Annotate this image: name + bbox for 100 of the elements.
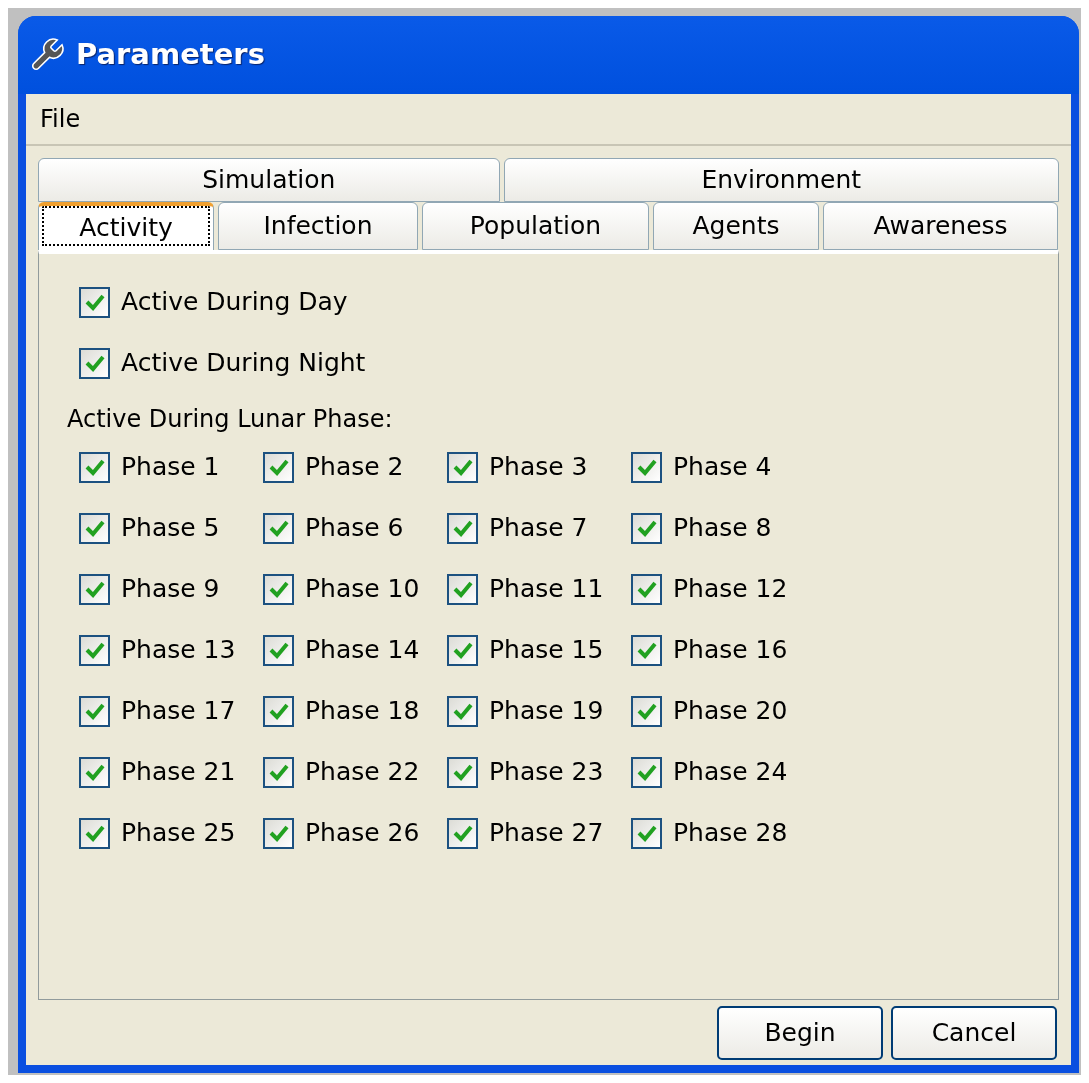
checkbox-option[interactable]: Phase 13 bbox=[79, 630, 263, 670]
checkbox-option[interactable]: Phase 24 bbox=[631, 752, 815, 792]
checkbox-option[interactable]: Phase 19 bbox=[447, 691, 631, 731]
checkbox-option[interactable]: Phase 16 bbox=[631, 630, 815, 670]
checkbox[interactable] bbox=[447, 573, 478, 605]
checkbox[interactable] bbox=[79, 634, 110, 666]
checkbox-option[interactable]: Phase 1 bbox=[79, 447, 263, 487]
checkmark-icon bbox=[84, 641, 105, 659]
checkbox[interactable] bbox=[631, 817, 662, 849]
checkbox[interactable] bbox=[79, 286, 110, 318]
section-heading: Active During Lunar Phase: bbox=[67, 404, 394, 435]
tab[interactable]: Environment bbox=[503, 158, 1059, 202]
window-title: Parameters bbox=[76, 36, 265, 74]
checkbox-label: Phase 24 bbox=[673, 756, 788, 789]
checkbox-option[interactable]: Phase 23 bbox=[447, 752, 631, 792]
checkbox[interactable] bbox=[263, 512, 294, 544]
checkbox[interactable] bbox=[79, 512, 110, 544]
checkbox-option[interactable]: Phase 22 bbox=[263, 752, 447, 792]
checkmark-icon bbox=[636, 458, 657, 476]
checkbox[interactable] bbox=[263, 451, 294, 483]
checkbox-label: Phase 14 bbox=[305, 634, 420, 667]
checkmark-icon bbox=[452, 824, 473, 842]
checkbox-label: Phase 11 bbox=[489, 573, 604, 606]
checkbox-option[interactable]: Active During Night bbox=[79, 343, 1018, 383]
checkbox[interactable] bbox=[263, 573, 294, 605]
checkbox[interactable] bbox=[79, 573, 110, 605]
checkbox-option[interactable]: Phase 20 bbox=[631, 691, 815, 731]
checkbox-label: Phase 3 bbox=[489, 451, 588, 484]
tab[interactable]: Activity bbox=[38, 202, 214, 250]
checkbox[interactable] bbox=[79, 756, 110, 788]
tab[interactable]: Infection bbox=[218, 202, 418, 250]
checkbox[interactable] bbox=[447, 817, 478, 849]
checkbox[interactable] bbox=[447, 634, 478, 666]
checkbox[interactable] bbox=[447, 512, 478, 544]
checkbox-label: Phase 21 bbox=[121, 756, 236, 789]
checkbox[interactable] bbox=[447, 756, 478, 788]
checkbox[interactable] bbox=[447, 451, 478, 483]
checkmark-icon bbox=[84, 763, 105, 781]
dialog-button[interactable]: Cancel bbox=[891, 1005, 1057, 1060]
checkbox-label: Phase 28 bbox=[673, 817, 788, 850]
checkbox-option[interactable]: Phase 21 bbox=[79, 752, 263, 792]
tab[interactable]: Awareness bbox=[823, 202, 1058, 250]
checkbox-option[interactable]: Phase 5 bbox=[79, 508, 263, 548]
checkbox[interactable] bbox=[631, 695, 662, 727]
checkbox[interactable] bbox=[631, 573, 662, 605]
dialog-button[interactable]: Begin bbox=[717, 1005, 883, 1060]
checkbox[interactable] bbox=[631, 756, 662, 788]
checkmark-icon bbox=[84, 519, 105, 537]
checkmark-icon bbox=[452, 702, 473, 720]
checkmark-icon bbox=[636, 641, 657, 659]
checkbox-label: Phase 7 bbox=[489, 512, 588, 545]
checkbox[interactable] bbox=[263, 695, 294, 727]
checkmark-icon bbox=[636, 519, 657, 537]
tab[interactable]: Simulation bbox=[38, 158, 500, 202]
checkbox[interactable] bbox=[631, 451, 662, 483]
checkmark-icon bbox=[268, 580, 289, 598]
checkbox-option[interactable]: Phase 7 bbox=[447, 508, 631, 548]
checkbox-option[interactable]: Phase 10 bbox=[263, 569, 447, 609]
checkbox-option[interactable]: Phase 14 bbox=[263, 630, 447, 670]
checkbox-option[interactable]: Phase 18 bbox=[263, 691, 447, 731]
checkbox-option[interactable]: Phase 15 bbox=[447, 630, 631, 670]
checkmark-icon bbox=[268, 519, 289, 537]
checkbox-option[interactable]: Phase 11 bbox=[447, 569, 631, 609]
checkbox-option[interactable]: Phase 26 bbox=[263, 813, 447, 853]
checkbox-label: Phase 20 bbox=[673, 695, 788, 728]
tab[interactable]: Population bbox=[422, 202, 649, 250]
checkbox-option[interactable]: Phase 28 bbox=[631, 813, 815, 853]
checkbox-label: Phase 2 bbox=[305, 451, 404, 484]
checkbox-option[interactable]: Phase 9 bbox=[79, 569, 263, 609]
checkbox-option[interactable]: Phase 25 bbox=[79, 813, 263, 853]
checkbox-option[interactable]: Active During Day bbox=[79, 282, 1018, 322]
checkbox-option[interactable]: Phase 8 bbox=[631, 508, 815, 548]
checkmark-icon bbox=[636, 702, 657, 720]
checkbox-option[interactable]: Phase 6 bbox=[263, 508, 447, 548]
checkbox-label: Phase 17 bbox=[121, 695, 236, 728]
menu-item[interactable]: File bbox=[36, 101, 85, 137]
checkbox[interactable] bbox=[263, 634, 294, 666]
checkbox[interactable] bbox=[79, 347, 110, 379]
checkbox-option[interactable]: Phase 12 bbox=[631, 569, 815, 609]
checkbox-option[interactable]: Phase 17 bbox=[79, 691, 263, 731]
checkbox[interactable] bbox=[631, 634, 662, 666]
tab[interactable]: Agents bbox=[653, 202, 819, 250]
checkbox[interactable] bbox=[263, 756, 294, 788]
checkbox-option[interactable]: Phase 2 bbox=[263, 447, 447, 487]
checkmark-icon bbox=[452, 458, 473, 476]
checkbox[interactable] bbox=[79, 817, 110, 849]
checkbox-label: Phase 5 bbox=[121, 512, 220, 545]
checkbox[interactable] bbox=[79, 695, 110, 727]
checkmark-icon bbox=[636, 763, 657, 781]
checkmark-icon bbox=[268, 641, 289, 659]
checkbox[interactable] bbox=[631, 512, 662, 544]
checkbox[interactable] bbox=[79, 451, 110, 483]
checkbox[interactable] bbox=[447, 695, 478, 727]
checkbox-option[interactable]: Phase 27 bbox=[447, 813, 631, 853]
checkbox-label: Phase 13 bbox=[121, 634, 236, 667]
checkmark-icon bbox=[452, 519, 473, 537]
checkbox-option[interactable]: Phase 3 bbox=[447, 447, 631, 487]
checkmark-icon bbox=[84, 354, 105, 372]
checkbox[interactable] bbox=[263, 817, 294, 849]
checkbox-option[interactable]: Phase 4 bbox=[631, 447, 815, 487]
